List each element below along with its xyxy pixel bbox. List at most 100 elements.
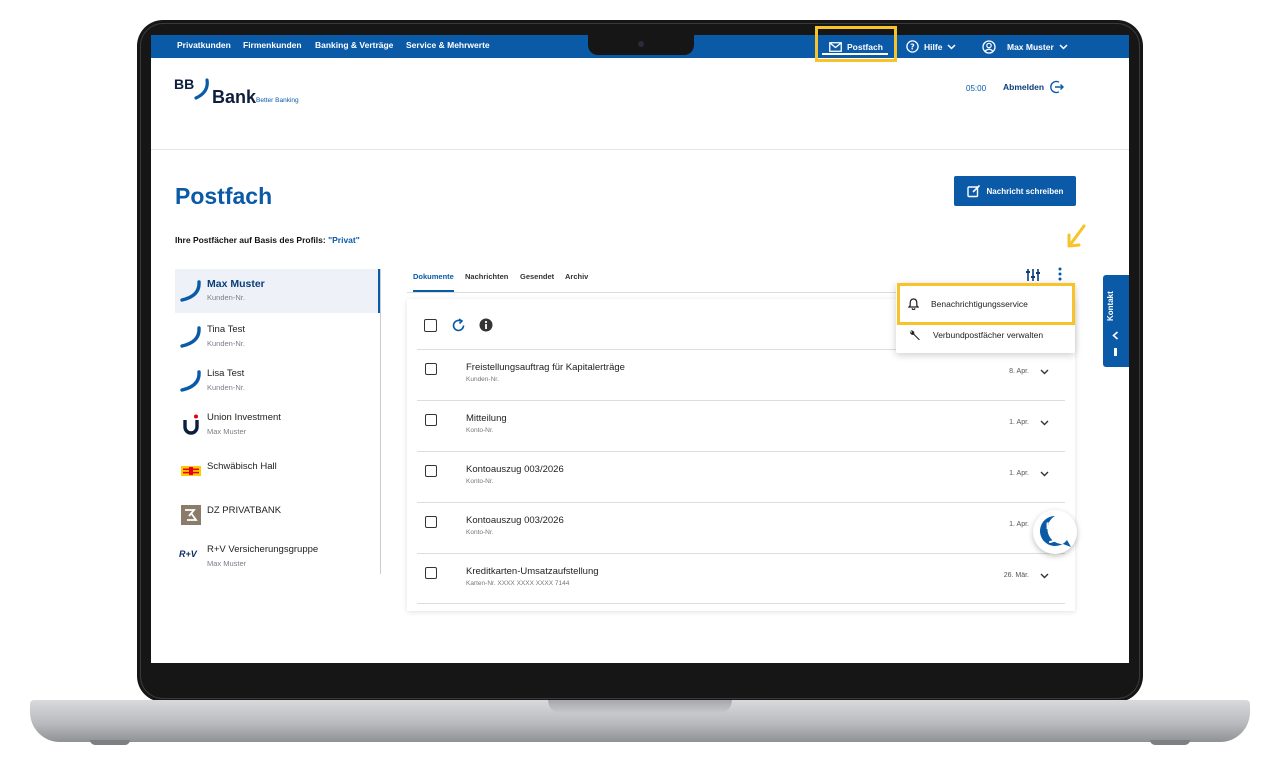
tab-gesendet[interactable]: Gesendet [520,272,554,290]
tab-archiv[interactable]: Archiv [565,272,588,290]
document-title: Kontoauszug 003/2026 [466,464,564,475]
document-date: 26. Mär. [1003,572,1029,579]
session-timer: 05:00 [966,84,987,93]
document-row[interactable]: Mitteilung Konto-Nr. 1. Apr. [417,400,1065,451]
schwaebisch-hall-icon [181,466,201,476]
hilfe-label: Hilfe [924,41,943,52]
chevron-down-icon[interactable] [1040,369,1049,375]
help-circle-icon: ? [906,40,919,53]
page-title: Postfach [175,183,273,209]
menu-item-label: Verbundpostfächer verwalten [933,330,1044,340]
document-date: 1. Apr. [1009,470,1029,477]
dz-privatbank-icon [181,505,201,525]
chevron-down-icon[interactable] [1040,573,1049,579]
browser-screen: Privatkunden Firmenkunden Banking & Vert… [151,35,1129,663]
kontakt-label: Kontakt [1106,291,1115,321]
document-sub: Kunden-Nr. [466,376,499,383]
document-row[interactable]: Freistellungsauftrag für Kapitalerträge … [417,349,1065,400]
sidebar-item-max-muster[interactable]: Max Muster Kunden-Nr. [175,269,380,313]
tab-nachrichten[interactable]: Nachrichten [465,272,508,290]
postfach-highlight-frame [815,26,897,62]
row-checkbox[interactable] [425,414,437,426]
sidebar-item-name: Tina Test [207,324,246,335]
profile-line: Ihre Postfächer auf Basis des Profils: "… [175,235,360,245]
arrow-annotation-icon [1067,224,1086,248]
row-checkbox[interactable] [425,516,437,528]
select-all-checkbox[interactable] [424,319,437,332]
hilfe-menu[interactable]: ? Hilfe [906,37,956,56]
highlight-frame [897,283,1075,325]
bb-swoosh-icon [180,326,201,348]
logo-swoosh-icon [194,78,209,100]
user-name: Max Muster [1007,41,1054,52]
logout-button[interactable]: Abmelden [1003,80,1065,94]
sidebar-item-lisa-test[interactable]: Lisa Test Kunden-Nr. [175,359,380,403]
bb-bank-logo[interactable]: BB Bank Better Banking [174,76,324,108]
sidebar-item-sub: Kunden-Nr. [207,383,245,392]
laptop-base [30,700,1250,745]
row-checkbox[interactable] [425,363,437,375]
sidebar-item-name: Schwäbisch Hall [207,461,277,472]
filter-sliders-icon[interactable] [1025,268,1041,282]
more-options-icon[interactable] [1057,267,1063,281]
document-sub: Konto-Nr. [466,478,494,485]
laptop-stage: Privatkunden Firmenkunden Banking & Vert… [0,0,1280,768]
document-title: Kreditkarten-Umsatzaufstellung [466,566,599,577]
chevron-down-icon [1059,43,1068,50]
sidebar-item-tina-test[interactable]: Tina Test Kunden-Nr. [175,315,380,359]
document-title: Mitteilung [466,413,507,424]
chevron-down-icon[interactable] [1040,420,1049,426]
sidebar-item-union-investment[interactable]: Union Investment Max Muster [175,403,380,447]
bb-swoosh-icon [180,280,201,302]
chevron-left-icon [1112,331,1119,340]
document-row[interactable]: Kontoauszug 003/2026 Konto-Nr. 1. Apr. [417,502,1065,553]
logout-label: Abmelden [1003,82,1045,92]
refresh-icon[interactable] [451,318,466,333]
compose-label: Nachricht schreiben [986,186,1064,196]
nav-privatkunden[interactable]: Privatkunden [177,40,231,50]
nav-banking-vertraege[interactable]: Banking & Verträge [315,40,393,50]
sidebar-item-dz-privatbank[interactable]: DZ PRIVATBANK [175,493,380,537]
row-checkbox[interactable] [425,567,437,579]
sidebar-item-name: DZ PRIVATBANK [207,505,282,516]
document-date: 1. Apr. [1009,419,1029,426]
chevron-down-icon[interactable] [1040,471,1049,477]
edit-icon [966,184,980,198]
tab-dokumente[interactable]: Dokumente [413,272,454,292]
sidebar-item-name: Max Muster [207,278,265,290]
sidebar-item-name: R+V Versicherungsgruppe [207,544,319,555]
document-title: Kontoauszug 003/2026 [466,515,564,526]
chevron-down-icon [947,43,956,50]
site-header: BB Bank Better Banking 05:00 Abmelden [151,58,1129,150]
user-circle-icon [982,39,996,54]
sidebar-item-sub: Max Muster [207,559,247,568]
chat-label: BB [1046,521,1059,531]
logo-bank-text: Bank [212,87,257,107]
document-sub: Konto-Nr. [466,529,494,536]
camera-notch [588,35,694,55]
document-title: Freistellungsauftrag für Kapitalerträge [466,362,625,373]
bb-swoosh-icon [180,370,201,392]
document-date: 8. Apr. [1009,368,1029,375]
logout-icon [1050,80,1065,94]
kontakt-bar [1114,348,1117,356]
info-icon[interactable] [479,318,493,332]
document-row[interactable]: Kontoauszug 003/2026 Konto-Nr. 1. Apr. [417,451,1065,502]
sidebar-item-ruv[interactable]: R+V R+V Versicherungsgruppe Max Muster [175,535,380,579]
document-date: 1. Apr. [1009,521,1029,528]
sidebar-item-schwaebisch-hall[interactable]: Schwäbisch Hall [175,449,380,493]
union-investment-icon [183,414,199,435]
document-row[interactable]: Kreditkarten-Umsatzaufstellung Karten-Nr… [417,553,1065,604]
chat-assistant-button[interactable]: BB [1033,510,1077,554]
document-sub: Karten-Nr. XXXX XXXX XXXX 7144 [466,580,570,587]
chat-bubble-icon [1040,516,1071,547]
user-menu[interactable]: Max Muster [982,37,1068,56]
logo-tagline: Better Banking [256,97,299,104]
svg-text:?: ? [910,42,915,51]
compose-message-button[interactable]: Nachricht schreiben [954,176,1076,206]
kontakt-side-tab[interactable]: Kontakt [1103,275,1129,367]
row-checkbox[interactable] [425,465,437,477]
document-sub: Konto-Nr. [466,427,494,434]
nav-service-mehrwerte[interactable]: Service & Mehrwerte [406,40,490,50]
nav-firmenkunden[interactable]: Firmenkunden [243,40,302,50]
